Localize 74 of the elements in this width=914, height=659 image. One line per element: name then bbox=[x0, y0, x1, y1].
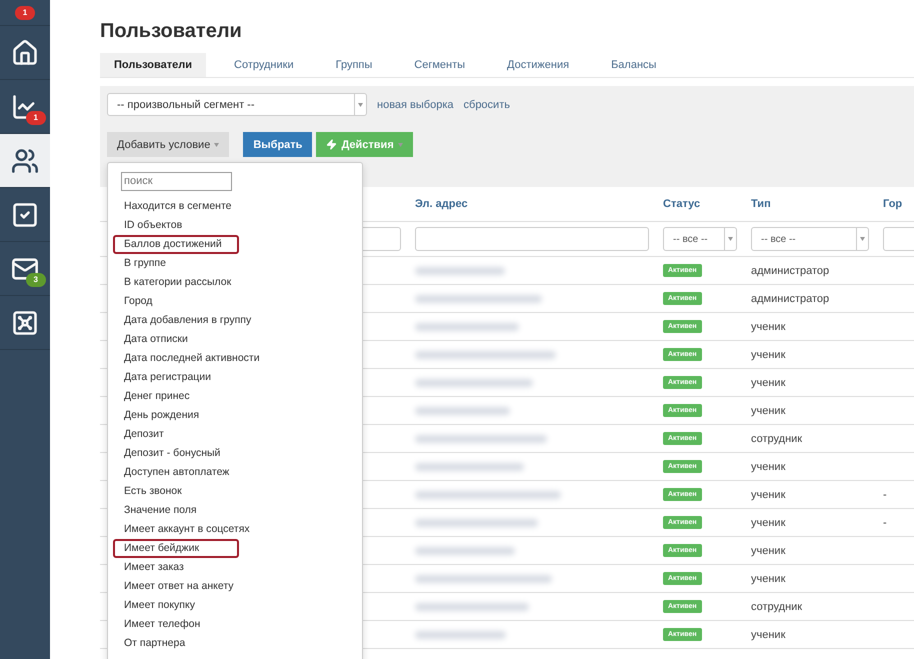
menu-item[interactable]: Дата регистрации bbox=[113, 368, 239, 386]
menu-item[interactable]: Есть звонок bbox=[113, 482, 239, 500]
menu-item[interactable]: В группе bbox=[113, 254, 239, 272]
table-cell: сотрудник bbox=[744, 593, 876, 621]
menu-item[interactable]: Баллов достижений bbox=[113, 234, 239, 254]
menu-item[interactable]: Имеет аккаунт в соцсетях bbox=[113, 520, 256, 538]
tab[interactable]: Пользователи bbox=[100, 53, 206, 77]
caret-icon bbox=[214, 142, 220, 146]
notification-badge: 1 bbox=[14, 6, 36, 20]
table-cell: администратор bbox=[744, 285, 876, 313]
table-cell: ученик bbox=[744, 621, 876, 649]
table-cell: администратор bbox=[744, 257, 876, 285]
caret-icon bbox=[860, 237, 865, 241]
menu-item[interactable]: ID объектов bbox=[113, 216, 239, 234]
menu-item[interactable]: Дата последней активности bbox=[113, 348, 266, 368]
menu-item[interactable]: День рождения bbox=[113, 406, 239, 424]
menu-item[interactable]: От партнера bbox=[113, 634, 239, 652]
table-cell: сотрудник bbox=[744, 425, 876, 453]
table-cell: ученик bbox=[744, 313, 876, 341]
safe-icon bbox=[11, 308, 39, 336]
column-header[interactable]: Статус bbox=[656, 187, 744, 222]
notification-badge: 1 bbox=[26, 111, 46, 125]
search-field[interactable]: поиск bbox=[121, 172, 232, 190]
menu-item[interactable]: Имеет телефон bbox=[113, 614, 239, 634]
filter-link[interactable]: новая выборка bbox=[377, 98, 454, 110]
segment-select[interactable]: -- произвольный сегмент -- bbox=[107, 93, 367, 116]
column-header[interactable]: Эл. адрес bbox=[408, 187, 656, 222]
users-icon bbox=[11, 146, 39, 174]
table-cell: ученик bbox=[744, 565, 876, 593]
table-cell: ученик bbox=[744, 341, 876, 369]
filter-input[interactable] bbox=[415, 227, 649, 251]
lightning-icon bbox=[326, 139, 338, 150]
tab[interactable]: Группы bbox=[322, 53, 386, 77]
select-button[interactable]: Выбрать bbox=[243, 132, 312, 157]
add-condition-button[interactable]: Добавить условие bbox=[107, 132, 230, 157]
menu-item[interactable]: Денег принес bbox=[113, 386, 239, 406]
caret-icon bbox=[358, 102, 363, 106]
menu-item[interactable]: Город bbox=[113, 292, 239, 310]
home-icon bbox=[11, 38, 39, 66]
menu-item[interactable]: Дата отписки bbox=[113, 330, 239, 348]
sidebar-item[interactable] bbox=[0, 134, 50, 188]
menu-item[interactable]: Доступен автоплатеж bbox=[113, 462, 239, 482]
menu-item[interactable]: Значение поля bbox=[113, 500, 239, 520]
menu-item[interactable]: В категории рассылок bbox=[113, 272, 239, 292]
caret-icon bbox=[398, 142, 403, 146]
menu-item[interactable]: Имеет заказ bbox=[113, 558, 239, 576]
caret-icon bbox=[728, 237, 733, 241]
table-cell: ученик bbox=[744, 369, 876, 397]
tab[interactable]: Балансы bbox=[597, 53, 670, 77]
menu-item[interactable]: Имеет покупку bbox=[113, 596, 239, 614]
filter-link[interactable]: сбросить bbox=[464, 98, 510, 110]
table-cell: - bbox=[876, 509, 914, 537]
menu-item[interactable]: Депозит bbox=[113, 424, 239, 444]
table-cell: ученик bbox=[744, 481, 876, 509]
tab[interactable]: Достижения bbox=[493, 53, 584, 77]
page-title: Пользователи bbox=[100, 20, 243, 43]
column-header[interactable]: Гор bbox=[876, 187, 914, 222]
table-cell: ученик bbox=[744, 537, 876, 565]
table-cell: - bbox=[876, 481, 914, 509]
menu-item[interactable]: Имеет бейджик bbox=[113, 538, 239, 558]
checkbox-icon bbox=[11, 200, 39, 228]
filter-select[interactable]: -- все -- bbox=[751, 227, 869, 251]
table-cell: ученик bbox=[744, 397, 876, 425]
table-cell: ученик bbox=[744, 509, 876, 537]
column-header[interactable]: Тип bbox=[744, 187, 876, 222]
menu-item[interactable]: Депозит - бонусный bbox=[113, 444, 239, 462]
tab[interactable]: Сегменты bbox=[400, 53, 480, 77]
menu-item[interactable]: Дата добавления в группу bbox=[113, 310, 258, 330]
notification-badge: 3 bbox=[26, 273, 46, 287]
table-cell: ученик bbox=[744, 453, 876, 481]
menu-item[interactable]: Находится в сегменте bbox=[113, 196, 239, 216]
tab[interactable]: Сотрудники bbox=[220, 53, 308, 77]
menu-item[interactable]: Имеет ответ на анкету bbox=[113, 576, 240, 596]
filter-select[interactable]: -- все -- bbox=[663, 227, 737, 251]
